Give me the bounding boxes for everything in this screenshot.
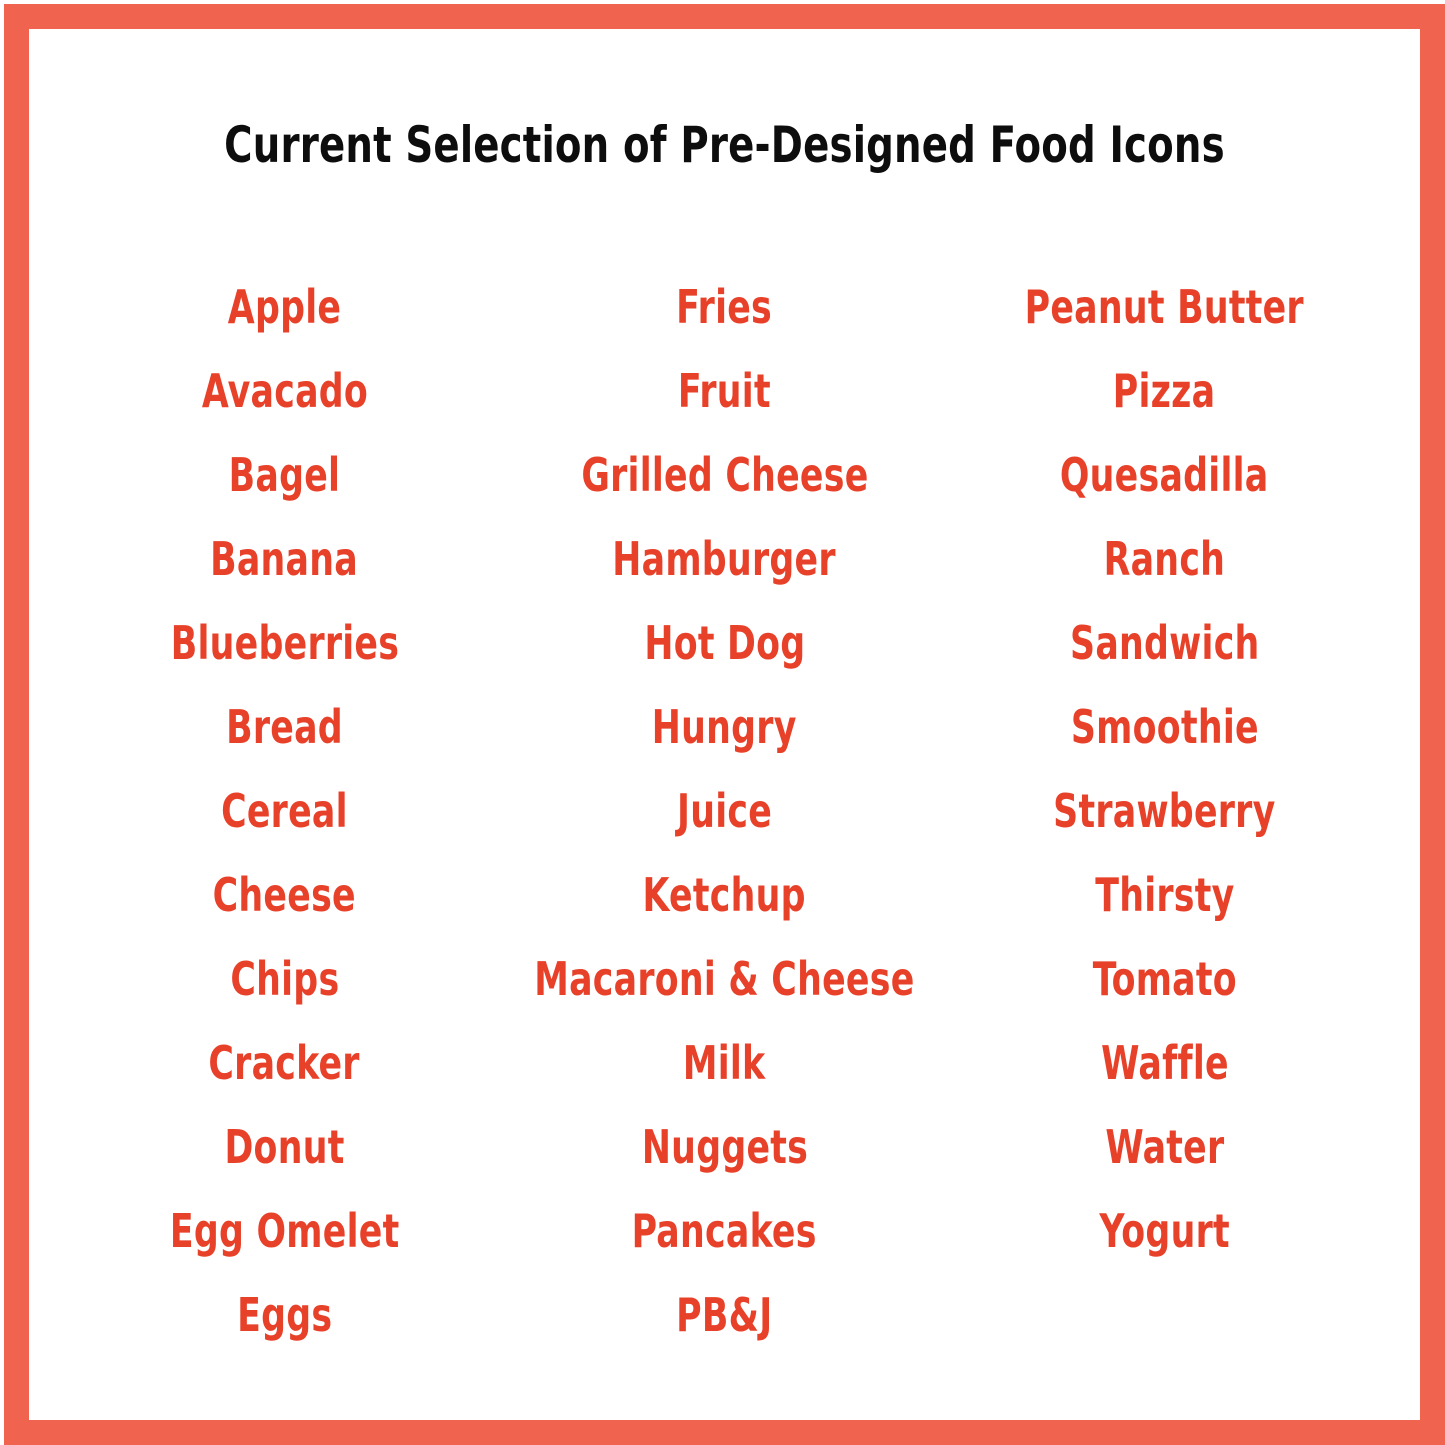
food-item[interactable]: Yogurt [1099,1189,1229,1273]
food-item[interactable]: Fruit [678,349,771,433]
food-item[interactable]: Waffle [1101,1021,1229,1105]
food-item[interactable]: Blueberries [170,601,398,685]
food-item[interactable]: Cracker [209,1021,360,1105]
food-item[interactable]: Hungry [652,685,797,769]
food-item[interactable]: Apple [228,265,341,349]
food-item[interactable]: Milk [683,1021,766,1105]
food-item[interactable]: Ketchup [643,853,806,937]
food-item[interactable]: Cereal [221,769,348,853]
food-item[interactable]: Nuggets [641,1105,807,1189]
food-item[interactable]: Cheese [213,853,356,937]
food-item[interactable]: Smoothie [1071,685,1259,769]
food-item[interactable]: Macaroni & Cheese [534,937,914,1021]
food-item[interactable]: PB&J [676,1273,772,1357]
food-item[interactable]: Hot Dog [644,601,805,685]
food-column-3: Peanut Butter Pizza Quesadilla Ranch Sandwic… [955,265,1375,1273]
food-item[interactable]: Ranch [1104,517,1226,601]
food-item[interactable]: Pizza [1113,349,1216,433]
food-item[interactable]: Egg Omelet [170,1189,400,1273]
food-item[interactable]: Eggs [237,1273,332,1357]
food-column-1: Apple Avacado Bagel Banana Blueberries Bread C… [75,265,495,1357]
food-item[interactable]: Pancakes [632,1189,817,1273]
food-column-2: Fries Fruit Grilled Cheese Hamburger Hot Dog… [495,265,955,1357]
food-icon-list: Apple Avacado Bagel Banana Blueberries Bread C… [29,265,1420,1357]
food-item[interactable]: Peanut Butter [1025,265,1304,349]
food-item[interactable]: Banana [211,517,359,601]
decorative-border-frame: Current Selection of Pre-Designed Food I… [4,4,1445,1445]
food-item[interactable]: Donut [224,1105,344,1189]
food-item[interactable]: Juice [677,769,772,853]
food-item[interactable]: Hamburger [613,517,836,601]
food-item[interactable]: Bread [226,685,343,769]
food-item[interactable]: Fries [677,265,773,349]
food-item[interactable]: Quesadilla [1060,433,1269,517]
food-item[interactable]: Avacado [201,349,367,433]
food-item[interactable]: Strawberry [1053,769,1275,853]
food-item[interactable]: Bagel [229,433,341,517]
food-item[interactable]: Grilled Cheese [581,433,868,517]
page-title: Current Selection of Pre-Designed Food I… [224,116,1225,174]
poster: Current Selection of Pre-Designed Food I… [0,0,1445,1445]
food-item[interactable]: Sandwich [1070,601,1260,685]
food-item[interactable]: Thirsty [1095,853,1234,937]
food-item[interactable]: Tomato [1092,937,1236,1021]
food-item[interactable]: Chips [230,937,339,1021]
food-item[interactable]: Water [1105,1105,1224,1189]
